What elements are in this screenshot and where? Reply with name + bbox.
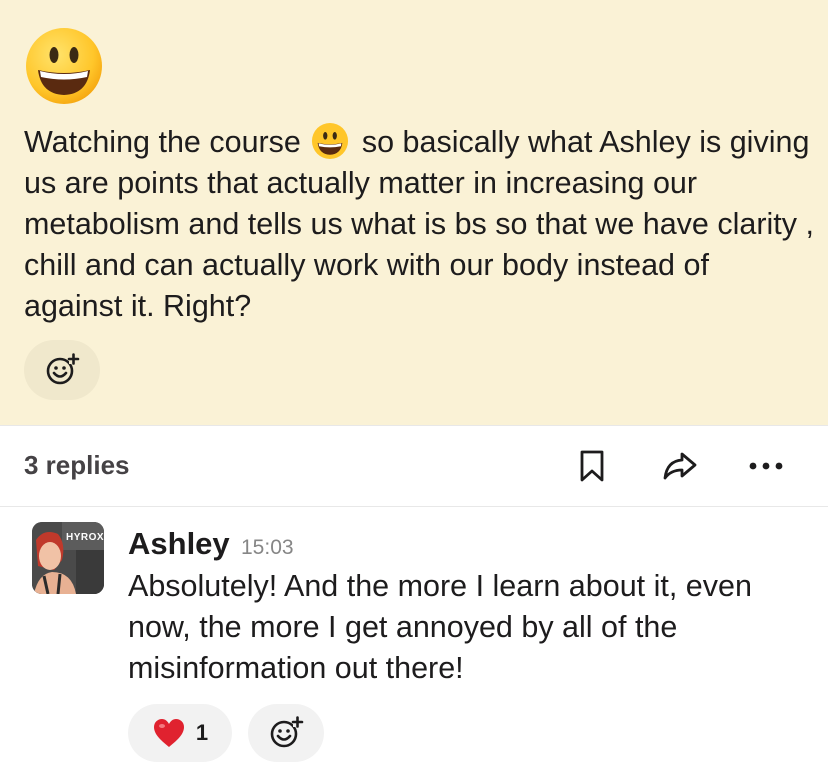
- red-heart-emoji-icon: [153, 719, 184, 747]
- reply-timestamp: 15:03: [241, 536, 294, 559]
- more-actions-button[interactable]: [744, 444, 788, 488]
- parent-message: Watching the course so basically what As…: [0, 0, 828, 425]
- share-button[interactable]: [658, 444, 702, 488]
- grinning-face-emoji-icon: [26, 28, 102, 104]
- thread-view: Watching the course so basically what As…: [0, 0, 828, 765]
- replies-bar: 3 replies: [0, 426, 828, 506]
- parent-text-before-emoji: Watching the course: [24, 125, 310, 159]
- reply-text: Absolutely! And the more I learn about i…: [128, 569, 752, 685]
- reaction-count: 1: [195, 720, 209, 745]
- add-reaction-icon: [270, 716, 304, 748]
- grinning-face-emoji-icon: [312, 122, 349, 160]
- share-forward-icon: [663, 452, 697, 480]
- add-reaction-button[interactable]: [24, 340, 100, 400]
- add-reaction-button[interactable]: [248, 704, 324, 762]
- bookmark-button[interactable]: [570, 444, 614, 488]
- avatar-brand-text: HYROX: [66, 532, 104, 543]
- reaction-heart-button[interactable]: 1: [128, 704, 232, 762]
- divider: [0, 506, 828, 507]
- bookmark-icon: [580, 450, 604, 482]
- avatar[interactable]: HYROX: [32, 522, 104, 594]
- more-horizontal-icon: [749, 462, 783, 470]
- add-reaction-icon: [46, 353, 80, 385]
- parent-message-text: Watching the course so basically what As…: [24, 122, 814, 327]
- replies-count[interactable]: 3 replies: [24, 450, 130, 481]
- reply-author[interactable]: Ashley: [128, 526, 230, 562]
